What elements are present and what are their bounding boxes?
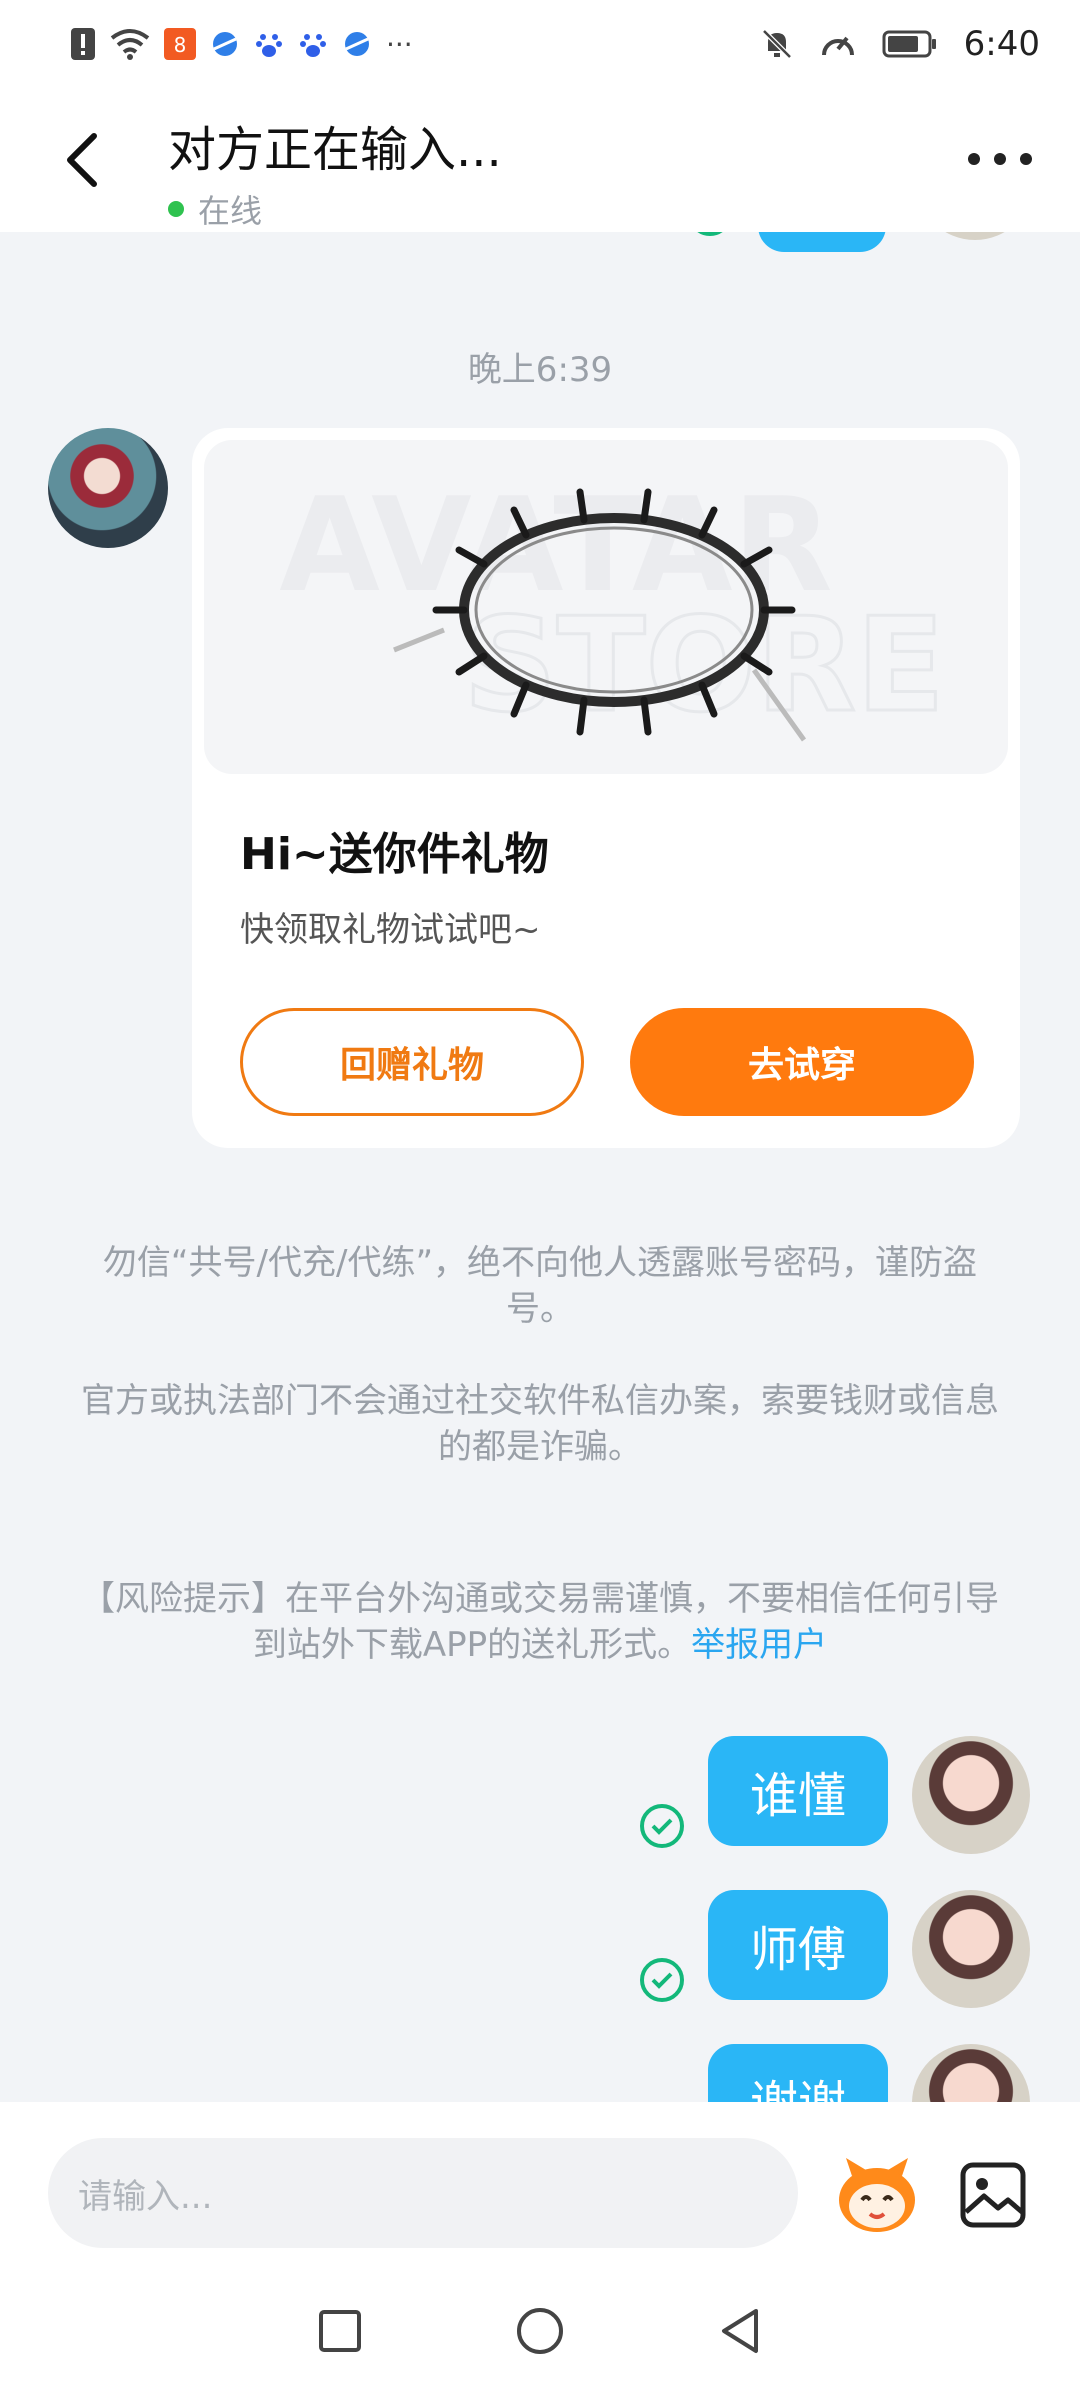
baidu-icon xyxy=(254,29,284,59)
browser-icon xyxy=(210,29,240,59)
alert-icon xyxy=(70,27,96,61)
gift-card[interactable]: AVATAR STORE Hi~送你件礼物 快领取礼物试试吧~ 回赠礼物 去试穿 xyxy=(192,428,1020,1148)
sender-avatar[interactable] xyxy=(48,428,168,548)
message-bubble-cut[interactable] xyxy=(758,232,886,252)
page-title: 对方正在输入... xyxy=(168,122,502,178)
recents-button[interactable] xyxy=(310,2301,370,2361)
risk-notice-text: 【风险提示】在平台外沟通或交易需谨慎，不要相信任何引导到站外下载APP的送礼形式… xyxy=(81,1579,999,1665)
baidu-icon xyxy=(298,29,328,59)
gift-description: 快领取礼物试试吧~ xyxy=(240,910,541,950)
online-dot-icon xyxy=(168,201,184,217)
my-avatar[interactable] xyxy=(916,232,1034,240)
image-icon xyxy=(960,2162,1026,2228)
return-gift-button[interactable]: 回赠礼物 xyxy=(240,1008,584,1116)
speed-icon xyxy=(820,27,856,61)
more-options-button[interactable] xyxy=(960,134,1040,184)
gift-image[interactable]: AVATAR STORE xyxy=(204,440,1008,774)
emoji-mascot-icon xyxy=(839,2158,915,2232)
battery-icon xyxy=(882,29,938,59)
my-avatar[interactable] xyxy=(912,2044,1030,2102)
message-bubble[interactable]: 师傅 xyxy=(708,1890,888,2000)
message-timestamp: 晚上6:39 xyxy=(467,350,613,390)
system-nav-bar xyxy=(0,2262,1080,2400)
wifi-icon xyxy=(110,28,150,60)
my-avatar[interactable] xyxy=(912,1736,1030,1854)
triangle-back-icon xyxy=(722,2309,758,2353)
report-user-link[interactable]: 举报用户 xyxy=(691,1625,827,1665)
my-avatar[interactable] xyxy=(912,1890,1030,2008)
chat-message-list[interactable]: 晚上6:39 AVATAR STORE Hi~送你件礼物 快领取礼物试试吧~ 回… xyxy=(0,232,1080,2102)
watermark-store: STORE xyxy=(463,589,945,741)
status-bar: 8 ··· 6:40 xyxy=(0,0,1080,88)
home-button[interactable] xyxy=(510,2301,570,2361)
dot-icon xyxy=(994,153,1006,165)
square-icon xyxy=(319,2310,361,2352)
status-left-icons: 8 ··· xyxy=(70,27,413,61)
emoji-button[interactable] xyxy=(832,2156,922,2236)
back-nav-button[interactable] xyxy=(710,2301,770,2361)
more-dots-icon: ··· xyxy=(386,27,413,61)
read-check-icon xyxy=(640,1804,684,1848)
online-status: 在线 xyxy=(168,186,502,232)
read-check-icon xyxy=(640,1958,684,2002)
chat-screen: 8 ··· 6:40 对方正在输入... 在线 晚上6:39 AVATAR ST… xyxy=(0,0,1080,2400)
app-icon-red: 8 xyxy=(164,28,196,60)
risk-notice: 【风险提示】在平台外沟通或交易需谨慎，不要相信任何引导到站外下载APP的送礼形式… xyxy=(80,1576,1000,1668)
chat-header: 对方正在输入... 在线 xyxy=(0,88,1080,232)
status-right-icons: 6:40 xyxy=(760,24,1040,64)
message-input[interactable]: 请输入... xyxy=(48,2138,798,2248)
input-bar: 请输入... xyxy=(0,2102,1080,2262)
message-bubble[interactable]: 谢谢 xyxy=(708,2044,888,2102)
mute-icon xyxy=(760,27,794,61)
svg-text:8: 8 xyxy=(174,33,187,57)
dot-icon xyxy=(968,153,980,165)
browser-icon xyxy=(342,29,372,59)
gift-title: Hi~送你件礼物 xyxy=(240,829,549,880)
read-check-icon xyxy=(688,232,732,236)
security-notice-1: 勿信“共号/代充/代练”，绝不向他人透露账号密码，谨防盗号。 xyxy=(102,1243,978,1329)
status-time: 6:40 xyxy=(963,24,1040,64)
security-notice-2: 官方或执法部门不会通过社交软件私信办案，索要钱财或信息的都是诈骗。 xyxy=(81,1381,999,1467)
chevron-left-icon xyxy=(67,133,97,187)
header-title-group: 对方正在输入... 在线 xyxy=(168,110,502,232)
image-button[interactable] xyxy=(958,2160,1028,2230)
circle-icon xyxy=(517,2308,563,2354)
try-on-button[interactable]: 去试穿 xyxy=(630,1008,974,1116)
back-button[interactable] xyxy=(50,124,114,196)
gift-choker-image: AVATAR STORE xyxy=(279,469,946,743)
online-status-label: 在线 xyxy=(198,192,263,230)
message-bubble[interactable]: 谁懂 xyxy=(708,1736,888,1846)
dot-icon xyxy=(1020,153,1032,165)
